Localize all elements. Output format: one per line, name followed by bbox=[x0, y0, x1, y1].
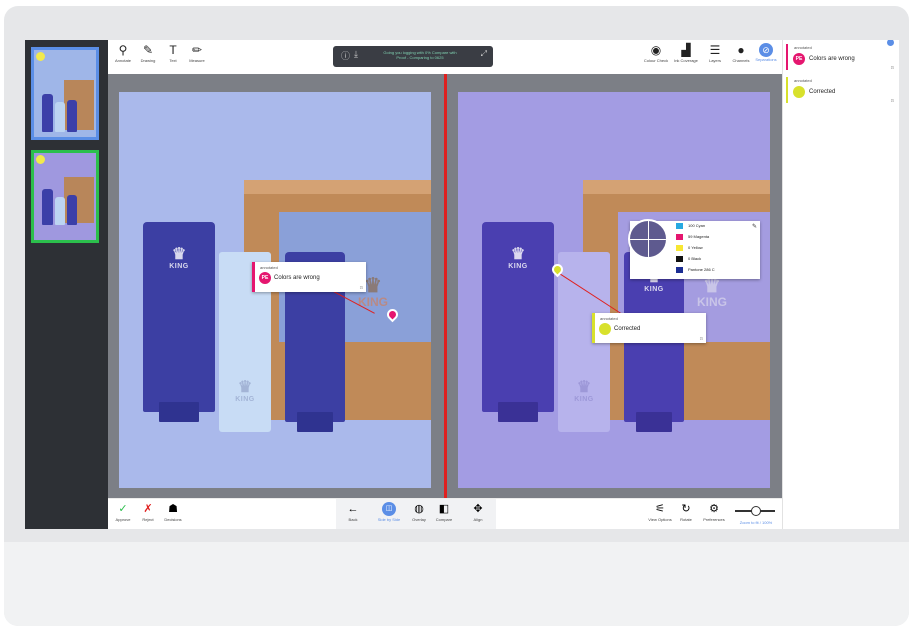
side-by-side-icon: ◫ bbox=[382, 502, 396, 516]
comparison-canvas: ♛ KING ♛ KING ♛ KING ♛ KING ♛ KING ♛ KIN… bbox=[108, 74, 782, 498]
top-toolbar: ⚲ Annotate ✎ Drawing T Text ✏ Measure ⓘ … bbox=[108, 40, 782, 75]
yellow-swatch bbox=[676, 245, 683, 251]
compare-mode-bar: ← Back ◫ Side by Side ◍ Overlay ◧ Compar… bbox=[336, 499, 496, 529]
decisions-icon: ☗ bbox=[168, 503, 178, 515]
info-icon[interactable]: ⓘ bbox=[341, 49, 350, 62]
separation-row: 0 Yellow bbox=[676, 244, 758, 253]
compare-icon: ◧ bbox=[438, 503, 450, 515]
tube-logo: ♛ KING bbox=[169, 246, 189, 271]
reply-icon[interactable]: ⊡ bbox=[700, 336, 703, 341]
comment-item[interactable]: annotated PE Colors are wrong ⊡ bbox=[786, 44, 896, 70]
ink-coverage-tool[interactable]: ▟ Ink Coverage bbox=[671, 43, 701, 64]
rotate-button[interactable]: ↻ Rotate bbox=[671, 502, 701, 523]
color-check-icon: ◉ bbox=[650, 43, 662, 57]
tube-cap bbox=[636, 412, 672, 432]
zoom-label: Zoom to fit / 100% bbox=[739, 520, 773, 525]
device-frame: ⚲ Annotate ✎ Drawing T Text ✏ Measure ⓘ … bbox=[4, 6, 909, 626]
preferences-icon: ⚙ bbox=[709, 503, 719, 515]
align-icon: ✥ bbox=[473, 503, 483, 515]
rotate-icon: ↻ bbox=[681, 503, 691, 515]
separation-row: 59 Magenta bbox=[676, 233, 758, 242]
back-button[interactable]: ← Back bbox=[338, 502, 368, 523]
thumbnail-tube bbox=[67, 195, 77, 225]
measure-tool[interactable]: ✏ Measure bbox=[182, 43, 212, 64]
avatar: PE bbox=[259, 272, 271, 284]
thumbnail-sidebar bbox=[25, 40, 108, 529]
thumbnail-tube bbox=[42, 94, 53, 132]
annotation-dot-icon bbox=[36, 155, 45, 164]
decisions-button[interactable]: ☗ Decisions bbox=[158, 502, 188, 523]
bottle-logo: ♛ KING bbox=[235, 379, 255, 404]
align-button[interactable]: ✥ Align bbox=[463, 502, 493, 523]
expand-icon[interactable]: ⤢ bbox=[481, 49, 487, 59]
device-chin bbox=[4, 542, 909, 626]
box-lid bbox=[583, 180, 770, 194]
box-lid bbox=[244, 180, 431, 194]
black-swatch bbox=[676, 256, 683, 262]
ink-icon: ▟ bbox=[681, 43, 691, 57]
avatar bbox=[793, 86, 805, 98]
separations-icon: ⊘ bbox=[759, 43, 773, 57]
colour-check-tool[interactable]: ◉ Colour Check bbox=[641, 43, 671, 64]
pencil-icon[interactable]: ✎ bbox=[752, 223, 757, 230]
corrected-proof-image[interactable]: ♛ KING ♛ KING ♛ KING ♛ KING bbox=[458, 92, 770, 488]
file-info-text: Going you logging with 0% Compare with P… bbox=[383, 50, 457, 60]
bottom-toolbar: ✓ Approve ✗ Reject ☗ Decisions ← Back ◫ … bbox=[108, 498, 782, 529]
tube-logo: ♛ KING bbox=[508, 246, 528, 271]
separations-tool[interactable]: ⊘ Separations bbox=[751, 43, 781, 63]
box-logo: ♛ KING bbox=[697, 275, 727, 309]
tube-cap bbox=[498, 402, 538, 422]
side-by-side-button[interactable]: ◫ Side by Side bbox=[374, 502, 404, 523]
thumbnail-corrected[interactable] bbox=[31, 150, 99, 243]
separation-row: Pantone 286 C bbox=[676, 266, 758, 275]
compare-button[interactable]: ◧ Compare bbox=[429, 502, 459, 523]
thumbnail-tube bbox=[42, 189, 53, 225]
reply-icon[interactable]: ⊡ bbox=[891, 98, 894, 103]
compare-divider[interactable] bbox=[444, 74, 447, 498]
thumbnail-original[interactable] bbox=[31, 47, 99, 140]
comments-panel: annotated PE Colors are wrong ⊡ annotate… bbox=[782, 40, 899, 529]
ruler-icon: ✏ bbox=[191, 43, 203, 57]
separations-panel[interactable]: 100 Cyan 59 Magenta 0 Yellow 0 Black Pan… bbox=[628, 219, 760, 279]
zoom-slider-handle[interactable] bbox=[751, 506, 761, 516]
thumbnail-tube bbox=[67, 100, 77, 132]
loupe-magnifier bbox=[628, 219, 668, 259]
annotation-bubble-corrected[interactable]: annotated Corrected ⊡ bbox=[592, 313, 706, 343]
preferences-button[interactable]: ⚙ Preferences bbox=[699, 502, 729, 523]
annotation-bubble-colors[interactable]: annotated PE Colors are wrong ⊡ bbox=[252, 262, 366, 292]
reply-icon[interactable]: ⊡ bbox=[891, 65, 894, 70]
comment-item[interactable]: annotated Corrected ⊡ bbox=[786, 77, 896, 103]
avatar bbox=[599, 323, 611, 335]
cyan-swatch bbox=[676, 223, 683, 229]
magenta-swatch bbox=[676, 234, 683, 240]
separation-row: 100 Cyan bbox=[676, 222, 758, 231]
separation-row: 0 Black bbox=[676, 255, 758, 264]
thumbnail-bottle bbox=[55, 102, 65, 132]
reply-icon[interactable]: ⊡ bbox=[360, 285, 363, 290]
avatar: PE bbox=[793, 53, 805, 65]
annotation-dot-icon bbox=[36, 52, 45, 61]
tube-cap bbox=[297, 412, 333, 432]
tube-cap bbox=[159, 402, 199, 422]
thumbnail-bottle bbox=[55, 197, 65, 225]
proofing-app-window: ⚲ Annotate ✎ Drawing T Text ✏ Measure ⓘ … bbox=[25, 40, 899, 529]
back-icon: ← bbox=[347, 503, 359, 515]
spot-swatch bbox=[676, 267, 683, 273]
bottle-logo: ♛ KING bbox=[574, 379, 594, 404]
download-icon[interactable]: ⤓ bbox=[354, 49, 358, 60]
file-info-bar: ⓘ ⤓ Going you logging with 0% Compare wi… bbox=[333, 46, 493, 67]
